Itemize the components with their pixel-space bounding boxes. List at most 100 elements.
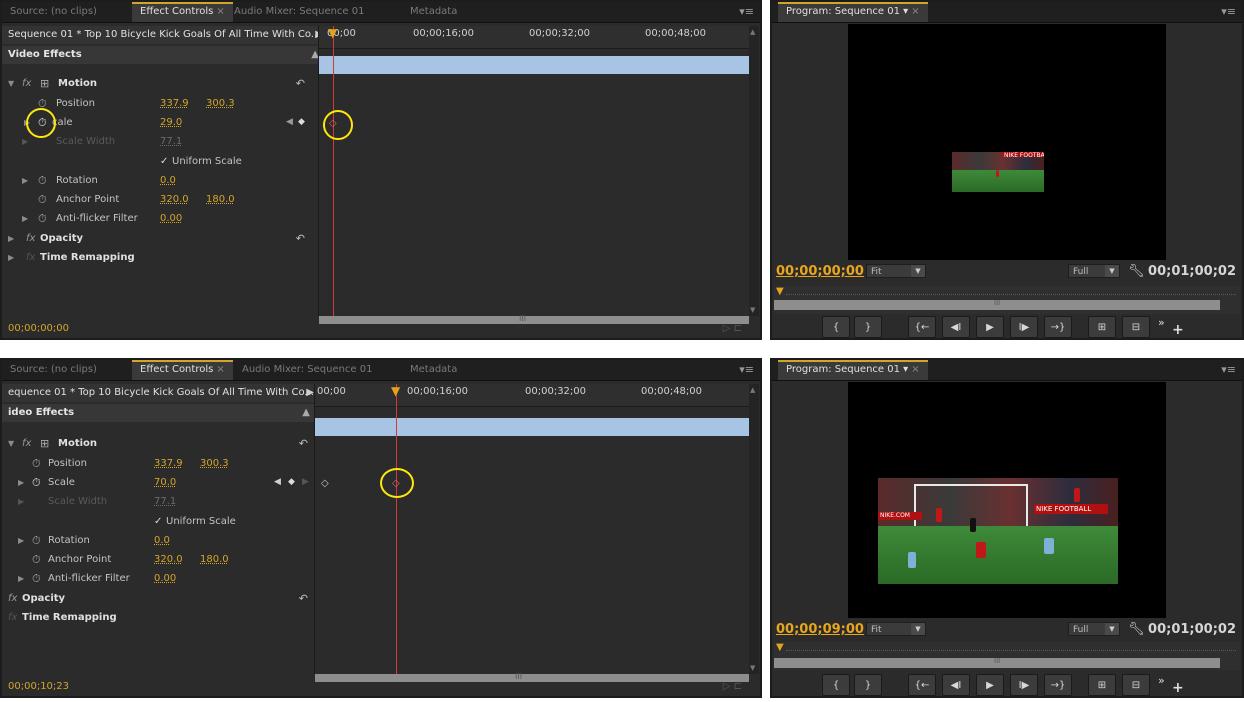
position-y-value[interactable]: 300.3 [200, 454, 229, 473]
tab-audio-mixer[interactable]: Audio Mixer: Sequence 01 [226, 2, 372, 22]
mark-in-button[interactable]: { [822, 316, 850, 338]
video-display[interactable]: NIKE FOOTBALL NIKE.COM [848, 382, 1166, 618]
panel-menu-icon[interactable]: ▾≡ [1221, 363, 1236, 376]
stopwatch-icon[interactable]: ⏱ [32, 454, 41, 473]
fx-badge-icon[interactable]: fx [22, 434, 31, 453]
stopwatch-icon[interactable]: ⏱ [32, 569, 41, 588]
stopwatch-icon[interactable]: ⏱ [32, 531, 41, 550]
vertical-scrollbar[interactable]: ▲ ▼ [749, 384, 759, 674]
export-icon[interactable]: ▷ ⊏ [723, 323, 742, 334]
go-to-out-button[interactable]: →} [1044, 674, 1072, 696]
anchor-x-value[interactable]: 320.0 [160, 190, 189, 209]
expand-triangle-icon[interactable]: ▶ [8, 229, 14, 248]
tab-source[interactable]: Source: (no clips) [2, 2, 105, 22]
extract-button[interactable]: ⊟ [1122, 674, 1150, 696]
position-y-value[interactable]: 300.3 [206, 94, 235, 113]
wrench-icon[interactable]: 🔧︎ [1128, 264, 1145, 279]
tab-program[interactable]: Program: Sequence 01 ▾ × [778, 2, 928, 22]
expand-triangle-icon[interactable]: ▼ [8, 74, 14, 93]
clip-bar[interactable] [319, 56, 749, 74]
uniform-scale-checkbox[interactable]: ✓ [154, 512, 162, 531]
close-icon[interactable]: × [216, 6, 224, 17]
scale-value[interactable]: 29.0 [160, 113, 182, 132]
monitor-scrollbar[interactable]: III [774, 299, 1220, 310]
fx-badge-icon[interactable]: fx [26, 229, 35, 248]
tab-program[interactable]: Program: Sequence 01 ▾ × [778, 360, 928, 380]
playhead-marker-icon[interactable]: ▼ [776, 642, 784, 653]
anchor-y-value[interactable]: 180.0 [200, 550, 229, 569]
add-button-icon[interactable]: + [1172, 322, 1184, 338]
more-controls-icon[interactable]: » [1158, 316, 1165, 329]
reset-icon[interactable]: ↶ [299, 589, 308, 608]
tab-effect-controls[interactable]: Effect Controls × [132, 2, 233, 22]
horizontal-scrollbar[interactable]: III [315, 672, 749, 682]
playhead-line[interactable] [396, 384, 397, 674]
step-forward-button[interactable]: I▶ [1010, 674, 1038, 696]
more-controls-icon[interactable]: » [1158, 674, 1165, 687]
close-icon[interactable]: × [911, 6, 919, 17]
playhead-timecode[interactable]: 00;00;00;00 [776, 264, 864, 279]
go-to-in-button[interactable]: {← [908, 316, 936, 338]
clip-bar[interactable] [315, 418, 749, 436]
lift-button[interactable]: ⊞ [1088, 674, 1116, 696]
add-keyframe-icon[interactable]: ◆ [298, 113, 305, 132]
collapse-arrow-icon[interactable]: ▲ [302, 404, 310, 422]
tab-effect-controls[interactable]: Effect Controls × [132, 360, 233, 380]
effect-row-motion[interactable]: ▼ fx ⊞ Motion ↶ [2, 434, 318, 453]
close-icon[interactable]: × [911, 364, 919, 375]
tab-source[interactable]: Source: (no clips) [2, 360, 105, 380]
playhead-marker-icon[interactable]: ▼ [328, 26, 337, 40]
go-to-in-button[interactable]: {← [908, 674, 936, 696]
anti-flicker-value[interactable]: 0.00 [154, 569, 176, 588]
anchor-x-value[interactable]: 320.0 [154, 550, 183, 569]
mark-out-button[interactable]: } [854, 674, 882, 696]
fx-badge-icon[interactable]: fx [8, 589, 17, 608]
playhead-marker-icon[interactable]: ▼ [776, 286, 784, 297]
reset-icon[interactable]: ↶ [296, 229, 305, 248]
effect-row-opacity[interactable]: ▶ fx Opacity ↶ [2, 229, 327, 248]
prev-keyframe-icon[interactable]: ◀ [274, 473, 281, 492]
rotation-value[interactable]: 0.0 [154, 531, 170, 550]
zoom-dropdown[interactable]: Fit ▼ [866, 264, 926, 278]
stopwatch-icon[interactable]: ⏱ [38, 190, 47, 209]
lift-button[interactable]: ⊞ [1088, 316, 1116, 338]
tab-metadata[interactable]: Metadata [402, 360, 465, 380]
playhead-timecode[interactable]: 00;00;09;00 [776, 622, 864, 637]
ec-timecode[interactable]: 00;00;00;00 [8, 323, 69, 334]
horizontal-scrollbar[interactable]: III [319, 314, 749, 324]
ec-timecode[interactable]: 00;00;10;23 [8, 681, 69, 692]
expand-triangle-icon[interactable]: ▶ [8, 248, 14, 267]
scale-value[interactable]: 70.0 [154, 473, 176, 492]
tab-audio-mixer[interactable]: Audio Mixer: Sequence 01 [234, 360, 380, 380]
panel-menu-icon[interactable]: ▾≡ [739, 363, 754, 376]
dropdown-icon[interactable]: ▾ [903, 364, 908, 375]
add-keyframe-icon[interactable]: ◆ [288, 473, 295, 492]
panel-menu-icon[interactable]: ▾≡ [1221, 5, 1236, 18]
stopwatch-icon[interactable]: ⏱ [32, 550, 41, 569]
effect-row-time-remapping[interactable]: ▶ fx Time Remapping [2, 248, 327, 267]
resolution-dropdown[interactable]: Full ▼ [1068, 622, 1120, 636]
video-display[interactable]: NIKE FOOTBALL [848, 24, 1166, 260]
extract-button[interactable]: ⊟ [1122, 316, 1150, 338]
mark-in-button[interactable]: { [822, 674, 850, 696]
stopwatch-icon[interactable]: ⏱ [38, 171, 47, 190]
anti-flicker-value[interactable]: 0.00 [160, 209, 182, 228]
add-button-icon[interactable]: + [1172, 680, 1184, 696]
vertical-scrollbar[interactable]: ▲ ▼ [749, 26, 759, 316]
time-ruler[interactable]: 00;00 00;00;16;00 00;00;32;00 00;00;48;0… [319, 26, 749, 49]
time-ruler[interactable]: 00;00 00;00;16;00 00;00;32;00 00;00;48;0… [315, 384, 749, 407]
expand-arrow-icon[interactable]: ▶ [306, 384, 314, 402]
rotation-value[interactable]: 0.0 [160, 171, 176, 190]
prev-keyframe-icon[interactable]: ◀ [286, 113, 293, 132]
reset-icon[interactable]: ↶ [299, 434, 308, 453]
ec-timeline[interactable]: 00;00 00;00;16;00 00;00;32;00 00;00;48;0… [319, 26, 749, 316]
fx-badge-icon[interactable]: fx [22, 74, 31, 93]
step-back-button[interactable]: ◀I [942, 674, 970, 696]
position-x-value[interactable]: 337.9 [154, 454, 183, 473]
stopwatch-icon[interactable]: ⏱ [32, 473, 41, 492]
expand-triangle-icon[interactable]: ▶ [18, 569, 24, 588]
anchor-y-value[interactable]: 180.0 [206, 190, 235, 209]
resolution-dropdown[interactable]: Full ▼ [1068, 264, 1120, 278]
step-back-button[interactable]: ◀I [942, 316, 970, 338]
step-forward-button[interactable]: I▶ [1010, 316, 1038, 338]
